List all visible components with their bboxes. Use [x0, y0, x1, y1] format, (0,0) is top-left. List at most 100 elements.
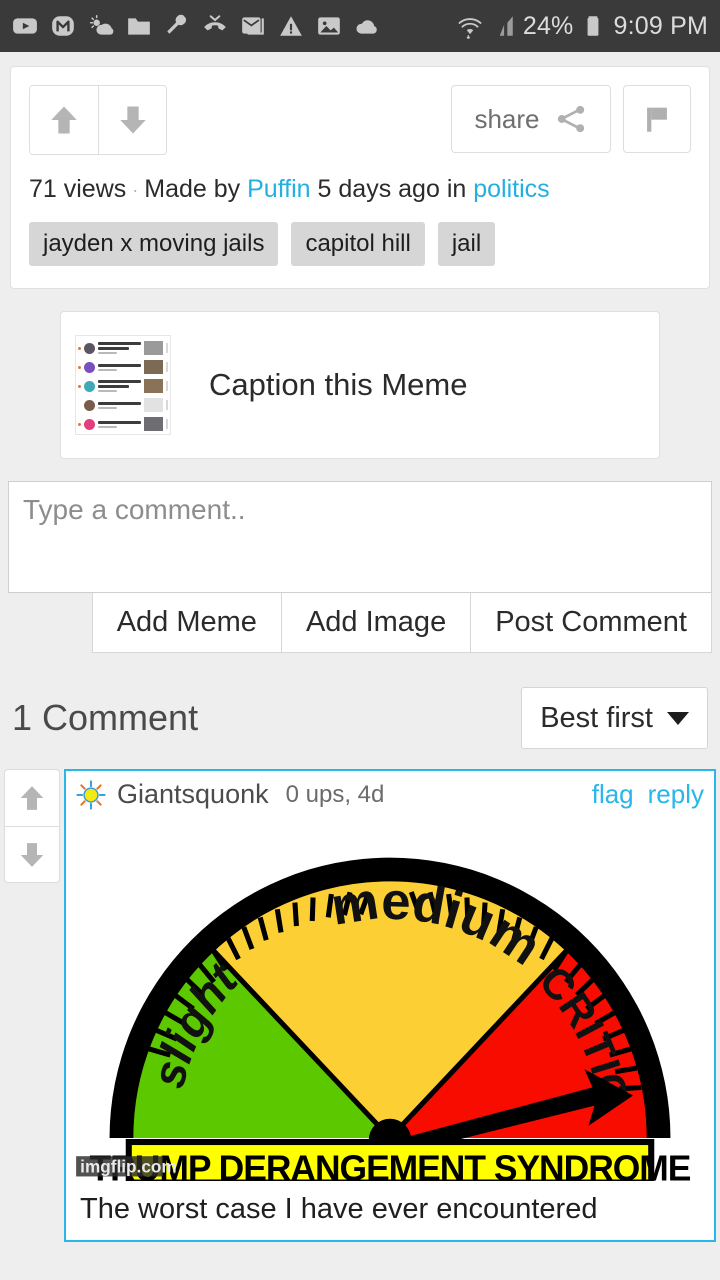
thumbnail-row	[78, 415, 168, 433]
image-icon	[318, 17, 340, 35]
weather-icon	[89, 14, 114, 35]
youtube-icon	[13, 18, 37, 34]
thumbnail-row	[78, 339, 168, 357]
thumbnail-row	[78, 377, 168, 395]
text-lines	[98, 380, 141, 392]
mail-icon	[242, 17, 264, 35]
comment-count-label: 1 Comment	[12, 697, 199, 738]
thumb-image	[144, 417, 163, 431]
comment-upvote-button[interactable]	[5, 770, 59, 826]
sort-dropdown[interactable]: Best first	[521, 687, 708, 749]
in-label: in	[446, 175, 467, 203]
imgflip-watermark: imgflip.com	[80, 1156, 177, 1176]
thumb-image	[144, 360, 163, 374]
share-icon	[557, 105, 584, 133]
thumb-divider	[166, 400, 168, 410]
caption-this-meme-label: Caption this Meme	[209, 367, 468, 402]
share-button[interactable]: share	[451, 85, 611, 153]
comment-body: Giantsquonk 0 ups, 4d flag reply slight …	[64, 769, 716, 1242]
thumb-divider	[166, 362, 168, 372]
downvote-button[interactable]	[98, 86, 166, 154]
tag-item[interactable]: capitol hill	[291, 222, 425, 266]
unread-dot	[78, 365, 81, 369]
comment-meta: 0 ups, 4d	[285, 780, 385, 808]
comment-username[interactable]: Giantsquonk	[117, 779, 269, 810]
thumb-image	[144, 379, 163, 393]
comments-header: 1 Comment Best first	[12, 687, 708, 749]
tag-item[interactable]: jayden x moving jails	[29, 222, 279, 266]
author-link[interactable]: Puffin	[247, 175, 310, 203]
share-flag-group: share	[451, 85, 691, 153]
add-image-button[interactable]: Add Image	[281, 593, 472, 653]
flag-button[interactable]	[623, 85, 691, 153]
thumbnail-row	[78, 396, 168, 414]
avatar	[84, 399, 95, 411]
meme-meta-card: share 71 views · Made by Puffin 5 days ago…	[10, 66, 710, 289]
flag-icon	[647, 107, 667, 132]
comment-actions: flag reply	[592, 779, 704, 810]
meme-thumbnail	[75, 335, 171, 435]
meme-meta-line: 71 views · Made by Puffin 5 days ago in po…	[29, 175, 691, 204]
thumb-image	[144, 398, 163, 412]
cloud-icon	[356, 20, 377, 34]
share-label: share	[474, 103, 540, 134]
status-bar: 24% 9:09 PM	[0, 0, 720, 52]
text-lines	[98, 363, 141, 371]
meta-separator: ·	[132, 179, 139, 200]
meta-actions-row: share	[29, 85, 691, 155]
gauge-banner-text: TRUMP DERANGEMENT SYNDROME	[90, 1148, 691, 1180]
thumb-divider	[166, 419, 168, 429]
arrow-up-icon	[20, 786, 44, 810]
tag-list: jayden x moving jails capitol hill jail	[29, 222, 691, 266]
gauge-meme-image[interactable]: slight medium CRITICAL TRUMP DERANGEMENT…	[66, 816, 714, 1181]
caption-this-meme-card[interactable]: Caption this Meme	[60, 311, 660, 459]
comment-downvote-button[interactable]	[5, 826, 59, 882]
arrow-down-icon	[119, 106, 146, 134]
unread-dot	[78, 404, 81, 407]
battery-icon	[588, 16, 599, 36]
comment-text: The worst case I have ever encountered	[80, 1192, 598, 1225]
thumbnail-row	[78, 358, 168, 376]
flag-link[interactable]: flag	[592, 779, 634, 810]
comment-header: Giantsquonk 0 ups, 4d flag reply	[66, 771, 714, 816]
text-lines	[98, 420, 141, 428]
missed-call-icon	[204, 15, 226, 31]
comment-vote-group	[4, 769, 60, 883]
avatar	[84, 342, 95, 354]
text-lines	[98, 401, 141, 409]
thumb-divider	[166, 381, 168, 391]
battery-percent-label: 24%	[522, 11, 574, 40]
status-bar-system-icons: 24% 9:09 PM	[457, 12, 708, 41]
composer-button-row: Add Meme Add Image Post Comment	[8, 593, 712, 653]
comment-input[interactable]	[8, 481, 712, 593]
arrow-down-icon	[20, 842, 44, 867]
avatar	[84, 380, 95, 392]
wifi-icon	[458, 18, 482, 39]
reply-link[interactable]: reply	[648, 779, 704, 810]
text-lines	[98, 342, 141, 354]
clock-label: 9:09 PM	[613, 11, 708, 40]
vote-group	[29, 85, 167, 155]
made-by-label: Made by	[144, 175, 241, 203]
folder-icon	[128, 18, 150, 35]
arrow-up-icon	[51, 106, 77, 134]
unread-dot	[78, 422, 81, 426]
unread-dot	[78, 384, 81, 388]
sort-dropdown-label: Best first	[540, 701, 653, 734]
meme-age: 5 days ago	[317, 175, 440, 203]
comment-composer: Add Meme Add Image Post Comment	[8, 481, 712, 653]
status-bar-notification-icons	[12, 13, 457, 39]
warning-icon	[280, 16, 302, 36]
upvote-button[interactable]	[30, 86, 98, 154]
thumb-divider	[166, 343, 168, 353]
wrench-icon	[167, 14, 186, 34]
post-comment-button[interactable]: Post Comment	[471, 593, 712, 653]
avatar	[84, 361, 95, 373]
tag-item[interactable]: jail	[437, 222, 496, 266]
sun-avatar-icon	[76, 779, 106, 810]
unread-dot	[78, 346, 81, 350]
monzo-m-icon	[52, 16, 74, 36]
stream-link[interactable]: politics	[473, 175, 549, 203]
avatar	[84, 418, 95, 430]
add-meme-button[interactable]: Add Meme	[91, 593, 282, 653]
